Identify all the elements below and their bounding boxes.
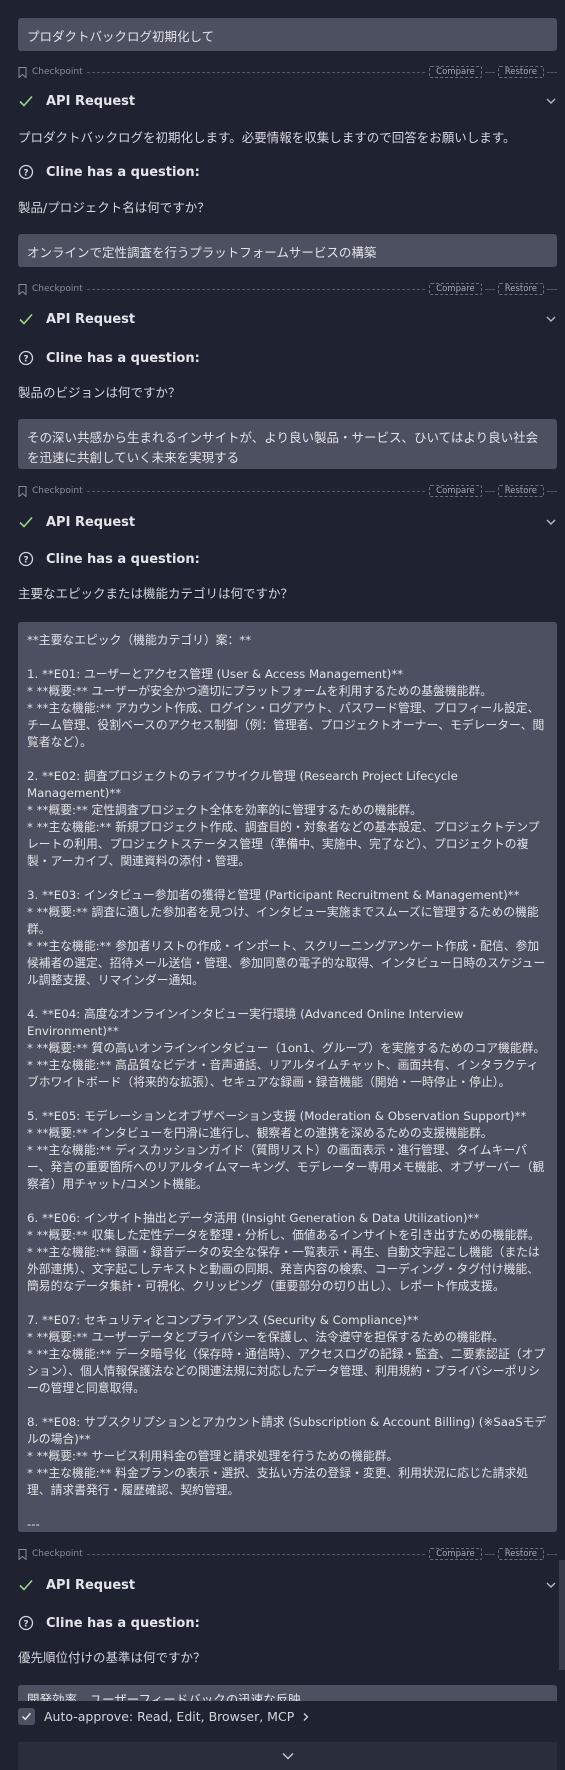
question-icon: ? — [18, 350, 34, 366]
api-request-label: API Request — [46, 1577, 136, 1593]
question-header: ? Cline has a question: — [18, 347, 557, 369]
compare-button[interactable]: Compare — [429, 1548, 482, 1560]
chevron-right-icon[interactable] — [301, 1712, 311, 1722]
question-header: ? Cline has a question: — [18, 1612, 557, 1634]
auto-approve-label: Auto-approve: Read, Edit, Browser, MCP — [44, 1709, 295, 1724]
checkpoint-label: Checkpoint — [32, 1549, 83, 1559]
checkpoint-bar: Checkpoint Compare Restore — [18, 65, 557, 79]
check-icon — [19, 313, 33, 325]
checkpoint-label: Checkpoint — [32, 486, 83, 496]
scrollbar[interactable] — [559, 1560, 565, 1670]
question-header: ? Cline has a question: — [18, 161, 557, 183]
user-message: プロダクトバックログ初期化して — [18, 18, 557, 51]
question-label: Cline has a question: — [46, 350, 200, 366]
check-icon — [19, 516, 33, 528]
question-text: 製品/プロジェクト名は何ですか？ — [18, 200, 210, 215]
user-message: オンラインで定性調査を行うプラットフォームサービスの構築 — [18, 234, 557, 267]
checkpoint-label: Checkpoint — [32, 284, 83, 294]
divider — [547, 71, 557, 73]
restore-button[interactable]: Restore — [497, 1548, 544, 1560]
user-message-epics: **主要なエピック（機能カテゴリ）案：** 1. **E01: ユーザーとアクセ… — [18, 622, 557, 1532]
user-message-text: その深い共感から生まれるインサイトが、より良い製品・サービス、ひいてはより良い社… — [27, 430, 539, 465]
divider — [547, 1553, 557, 1555]
question-label: Cline has a question: — [46, 551, 200, 567]
divider — [86, 288, 426, 290]
restore-button[interactable]: Restore — [497, 283, 544, 295]
api-request-label: API Request — [46, 311, 136, 327]
chevron-down-icon — [281, 1752, 294, 1760]
auto-approve-toggle[interactable]: Auto-approve: Read, Edit, Browser, MCP — [18, 1708, 311, 1725]
restore-button[interactable]: Restore — [497, 66, 544, 78]
api-request-row[interactable]: API Request — [18, 511, 557, 533]
divider — [86, 71, 426, 73]
assistant-text: プロダクトバックログを初期化します。必要情報を収集しますので回答をお願いします。 — [18, 130, 516, 145]
divider — [484, 1553, 495, 1555]
user-message-text: 開発効率、ユーザーフィードバックの迅速な反映 — [27, 1692, 301, 1701]
question-label: Cline has a question: — [46, 164, 200, 180]
checkpoint-bar: Checkpoint Compare Restore — [18, 1547, 557, 1561]
chevron-down-icon[interactable] — [545, 313, 557, 325]
user-message: 開発効率、ユーザーフィードバックの迅速な反映 — [18, 1685, 557, 1701]
user-message: その深い共感から生まれるインサイトが、より良い製品・サービス、ひいてはより良い社… — [18, 419, 557, 469]
bookmark-icon — [18, 1548, 27, 1560]
divider — [484, 490, 495, 492]
checkpoint-bar: Checkpoint Compare Restore — [18, 484, 557, 498]
compare-button[interactable]: Compare — [429, 66, 482, 78]
chevron-down-icon[interactable] — [545, 95, 557, 107]
checkpoint-label: Checkpoint — [32, 67, 83, 77]
check-icon — [21, 1712, 32, 1721]
question-icon: ? — [18, 164, 34, 180]
divider — [484, 71, 495, 73]
auto-approve-checkbox[interactable] — [18, 1708, 35, 1725]
api-request-row[interactable]: API Request — [18, 1574, 557, 1596]
api-request-label: API Request — [46, 514, 136, 530]
divider — [547, 288, 557, 290]
svg-text:?: ? — [23, 169, 28, 179]
check-icon — [19, 95, 33, 107]
checkpoint-bar: Checkpoint Compare Restore — [18, 282, 557, 296]
svg-text:?: ? — [23, 1620, 28, 1630]
compare-button[interactable]: Compare — [429, 283, 482, 295]
question-label: Cline has a question: — [46, 1615, 200, 1631]
bookmark-icon — [18, 485, 27, 497]
api-request-row[interactable]: API Request — [18, 90, 557, 112]
question-text: 優先順位付けの基準は何ですか？ — [18, 1650, 206, 1665]
divider — [86, 1553, 426, 1555]
divider — [484, 288, 495, 290]
bookmark-icon — [18, 66, 27, 78]
chevron-down-icon[interactable] — [545, 516, 557, 528]
expand-button[interactable] — [18, 1742, 557, 1770]
svg-text:?: ? — [23, 355, 28, 365]
svg-text:?: ? — [23, 556, 28, 566]
compare-button[interactable]: Compare — [429, 485, 482, 497]
bookmark-icon — [18, 283, 27, 295]
restore-button[interactable]: Restore — [497, 485, 544, 497]
user-message-text: プロダクトバックログ初期化して — [27, 29, 215, 44]
check-icon — [19, 1579, 33, 1591]
chevron-down-icon[interactable] — [545, 1579, 557, 1591]
api-request-row[interactable]: API Request — [18, 308, 557, 330]
question-header: ? Cline has a question: — [18, 548, 557, 570]
divider — [86, 490, 426, 492]
question-text: 製品のビジョンは何ですか？ — [18, 385, 181, 400]
api-request-label: API Request — [46, 93, 136, 109]
divider — [547, 490, 557, 492]
question-icon: ? — [18, 551, 34, 567]
question-text: 主要なエピックまたは機能カテゴリは何ですか？ — [18, 586, 294, 601]
user-message-text: オンラインで定性調査を行うプラットフォームサービスの構築 — [27, 245, 377, 260]
question-icon: ? — [18, 1615, 34, 1631]
